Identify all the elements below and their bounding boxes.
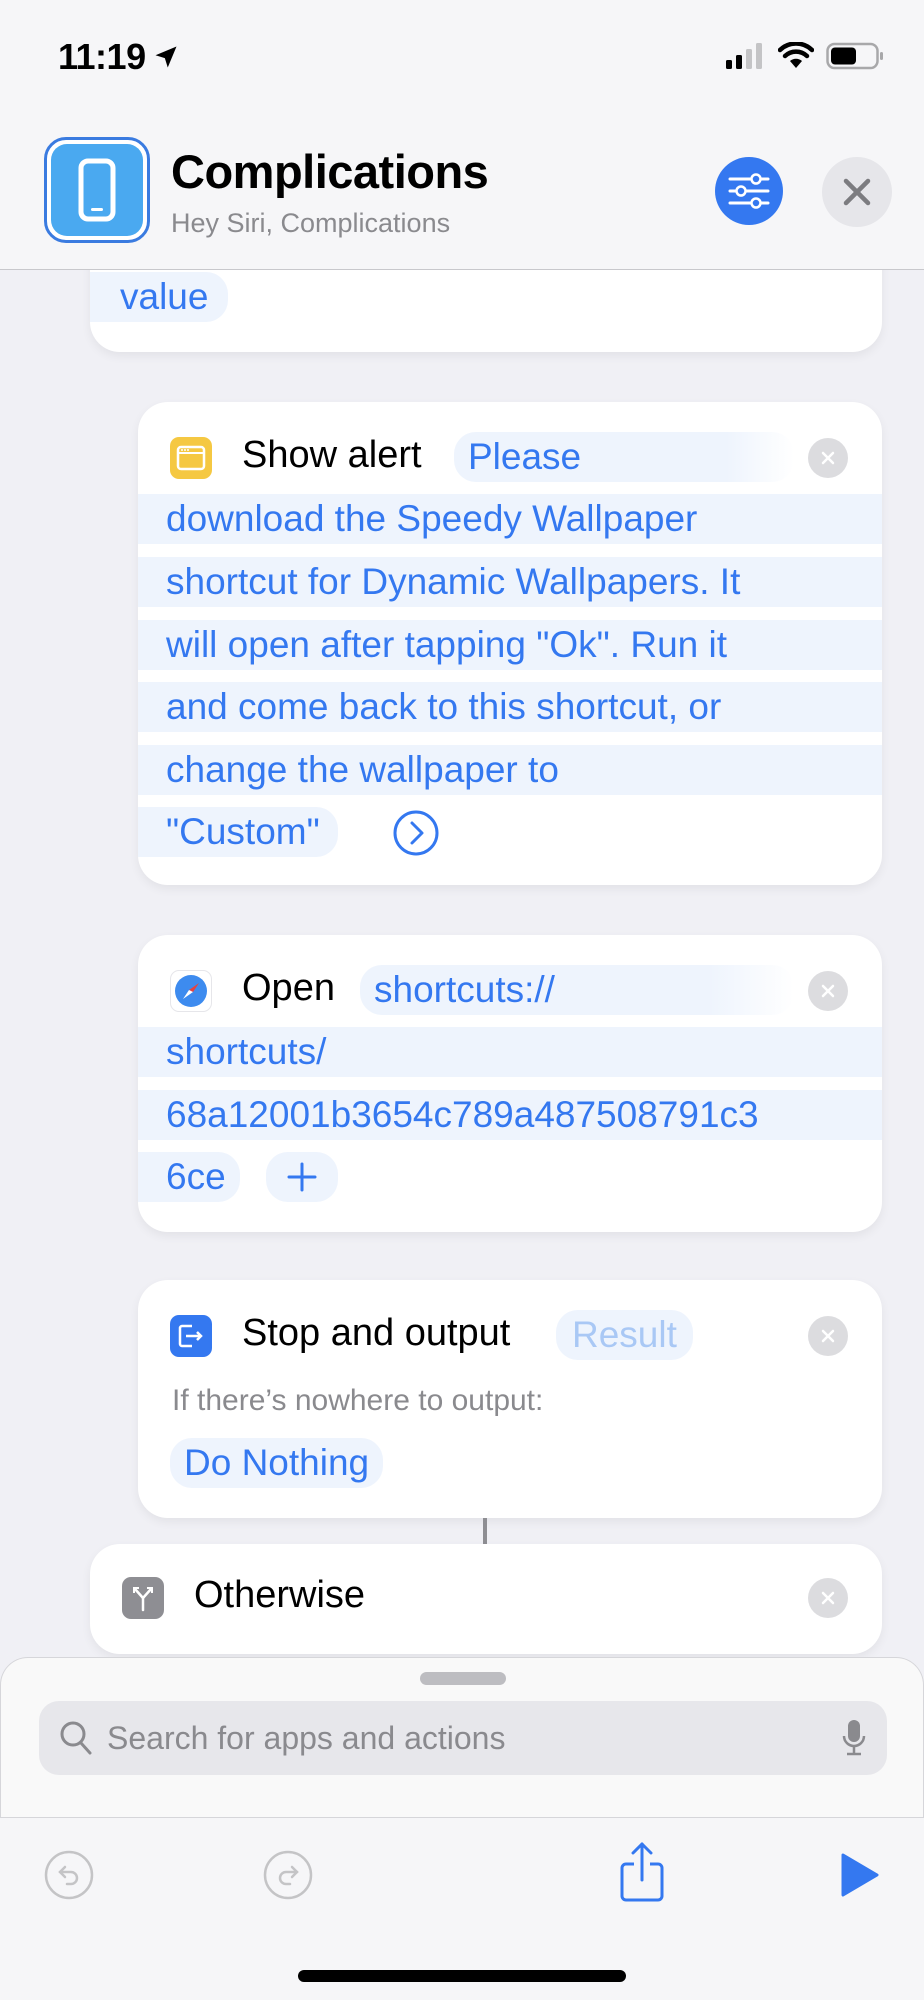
- battery-icon: [826, 42, 883, 70]
- alert-message-line[interactable]: will open after tapping "Ok". Run it: [138, 620, 882, 670]
- safari-compass-icon: [170, 970, 212, 1012]
- expand-button[interactable]: [392, 809, 440, 862]
- sheet-grabber[interactable]: [420, 1672, 506, 1685]
- close-button[interactable]: [822, 157, 892, 227]
- fallback-option[interactable]: Do Nothing: [170, 1438, 384, 1488]
- open-url-action[interactable]: Open shortcuts:// shortcuts/ 68a12001b36…: [138, 935, 882, 1232]
- cellular-signal-icon: [726, 43, 762, 69]
- undo-icon: [44, 1850, 94, 1900]
- close-icon: [821, 451, 835, 465]
- alert-message-line[interactable]: change the wallpaper to: [138, 745, 882, 795]
- microphone-icon[interactable]: [841, 1718, 867, 1758]
- close-icon: [821, 984, 835, 998]
- share-icon: [620, 1842, 664, 1902]
- magnifier-icon: [60, 1721, 92, 1755]
- home-indicator: [298, 1970, 626, 1982]
- plus-icon: [287, 1162, 317, 1192]
- status-indicators: [724, 42, 884, 70]
- shortcut-icon-button[interactable]: [44, 137, 150, 243]
- status-bar: 11:19: [0, 0, 924, 120]
- remove-action-button[interactable]: [808, 971, 848, 1011]
- sliders-icon: [728, 173, 770, 209]
- shortcut-header: Complications Hey Siri, Complications: [0, 120, 924, 270]
- url-token[interactable]: shortcuts://: [360, 965, 794, 1015]
- url-last[interactable]: 6ce: [138, 1152, 240, 1202]
- time-label: 11:19: [58, 36, 146, 77]
- fallback-label: If there’s nowhere to output:: [172, 1384, 544, 1417]
- alert-message-token[interactable]: Please: [454, 432, 794, 482]
- action-title: Stop and output: [242, 1312, 511, 1354]
- location-arrow-icon: [155, 46, 177, 68]
- play-icon: [841, 1853, 879, 1897]
- settings-button[interactable]: [715, 157, 783, 225]
- branch-icon: [122, 1577, 164, 1619]
- stop-output-action[interactable]: Stop and output Result If there’s nowher…: [138, 1280, 882, 1518]
- share-button[interactable]: [616, 1838, 668, 1906]
- action-title: Show alert: [242, 434, 422, 476]
- close-icon: [821, 1329, 835, 1343]
- url-line[interactable]: 68a12001b3654c789a487508791c3: [138, 1090, 882, 1140]
- alert-message-line[interactable]: download the Speedy Wallpaper: [138, 494, 882, 544]
- show-alert-action[interactable]: Show alert Please download the Speedy Wa…: [138, 402, 882, 885]
- value-token[interactable]: value: [90, 272, 229, 322]
- add-variable-button[interactable]: [266, 1152, 338, 1202]
- status-time: 11:19: [58, 36, 180, 78]
- exit-icon: [170, 1315, 212, 1357]
- page-title[interactable]: Complications: [171, 144, 489, 199]
- actions-sheet: Search for apps and actions: [0, 1657, 924, 1817]
- flow-connector: [483, 1518, 487, 1544]
- remove-action-button[interactable]: [808, 1316, 848, 1356]
- alert-message-last[interactable]: "Custom": [138, 807, 338, 857]
- action-title: Otherwise: [194, 1574, 366, 1616]
- undo-button[interactable]: [42, 1848, 96, 1902]
- search-input[interactable]: Search for apps and actions: [39, 1701, 887, 1775]
- action-title: Open: [242, 967, 335, 1009]
- alert-message-line[interactable]: shortcut for Dynamic Wallpapers. It: [138, 557, 882, 607]
- url-line[interactable]: shortcuts/: [138, 1027, 882, 1077]
- redo-button[interactable]: [261, 1848, 315, 1902]
- alert-window-icon: [170, 437, 212, 479]
- close-icon: [821, 1591, 835, 1605]
- remove-action-button[interactable]: [808, 438, 848, 478]
- iphone-icon: [78, 158, 116, 222]
- remove-action-button[interactable]: [808, 1578, 848, 1618]
- search-placeholder: Search for apps and actions: [107, 1719, 506, 1756]
- close-icon: [843, 178, 871, 206]
- otherwise-action[interactable]: Otherwise: [90, 1544, 882, 1654]
- chevron-right-circle-icon: [393, 810, 439, 856]
- result-token[interactable]: Result: [556, 1310, 693, 1360]
- alert-message-line[interactable]: and come back to this shortcut, or: [138, 682, 882, 732]
- run-button[interactable]: [836, 1848, 884, 1902]
- redo-icon: [263, 1850, 313, 1900]
- siri-phrase: Hey Siri, Complications: [171, 208, 451, 238]
- wifi-icon: [778, 42, 814, 68]
